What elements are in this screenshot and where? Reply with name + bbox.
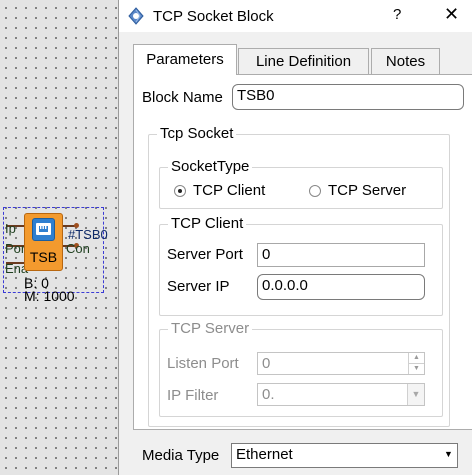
ip-filter-value: 0. [262,386,275,403]
tcp-server-title: TCP Server [168,320,253,337]
block-name-label: Block Name [142,89,223,106]
tcp-socket-dialog: TCP Socket Block ? ✕ Parameters Line Def… [118,0,472,475]
tcp-client-group: TCP Client Server Port 0 Server IP 0.0.0… [159,215,443,316]
network-port-icon [32,218,55,241]
spin-buttons: ▲ ▼ [408,353,424,374]
block-param-m: M: 1000 [24,288,75,304]
app-icon [127,7,145,25]
tcp-socket-group: Tcp Socket SocketType TCP Client TCP Ser… [148,125,450,427]
socket-type-group: SocketType TCP Client TCP Server [159,158,443,209]
tcp-socket-title: Tcp Socket [157,125,237,142]
server-ip-input[interactable]: 0.0.0.0 [257,274,425,300]
pin-label-port: Por [5,241,26,256]
block-tag: #TSB0 [68,227,108,242]
media-type-select[interactable]: Ethernet ▼ [231,443,458,468]
listen-port-value: 0 [262,355,271,372]
tcp-client-radio[interactable] [174,185,186,197]
media-type-value: Ethernet [236,446,293,463]
pin-label-connected: Con [66,241,90,256]
help-button[interactable]: ? [393,6,401,23]
spin-up-icon[interactable]: ▲ [409,353,424,364]
parameters-panel: Block Name TSB0 Tcp Socket SocketType TC… [133,74,472,430]
ip-filter-label: IP Filter [167,387,219,404]
close-button[interactable]: ✕ [444,4,459,25]
tcp-client-radio-label[interactable]: TCP Client [193,182,265,199]
design-canvas[interactable]: Ip Por Ena Con #TSB0 TSB B: 0 M: 1000 [0,0,118,475]
media-type-label: Media Type [142,447,220,464]
listen-port-label: Listen Port [167,355,239,372]
dialog-title: TCP Socket Block [153,8,274,25]
tcp-client-title: TCP Client [168,215,247,232]
block-name-input[interactable]: TSB0 [232,84,464,110]
tsb-block[interactable]: TSB [24,213,63,271]
chevron-down-icon[interactable]: ▼ [407,384,424,405]
ip-filter-select[interactable]: 0. ▼ [257,383,425,406]
pin-label-ip: Ip [5,221,16,236]
tcp-server-group: TCP Server Listen Port 0 ▲ ▼ IP Filter 0… [159,320,443,417]
listen-port-stepper[interactable]: 0 ▲ ▼ [257,352,425,375]
tab-notes[interactable]: Notes [371,48,440,75]
server-port-label: Server Port [167,246,243,263]
server-ip-label: Server IP [167,278,230,295]
tab-parameters[interactable]: Parameters [133,44,237,75]
chevron-down-icon[interactable]: ▼ [440,444,457,467]
spin-down-icon[interactable]: ▼ [409,364,424,375]
tcp-server-radio[interactable] [309,185,321,197]
tcp-server-radio-label[interactable]: TCP Server [328,182,406,199]
block-name: TSB [29,249,58,265]
tab-line-definition[interactable]: Line Definition [238,48,369,75]
socket-type-title: SocketType [168,158,253,175]
server-port-input[interactable]: 0 [257,243,425,267]
title-bar[interactable]: TCP Socket Block ? ✕ [119,0,472,32]
